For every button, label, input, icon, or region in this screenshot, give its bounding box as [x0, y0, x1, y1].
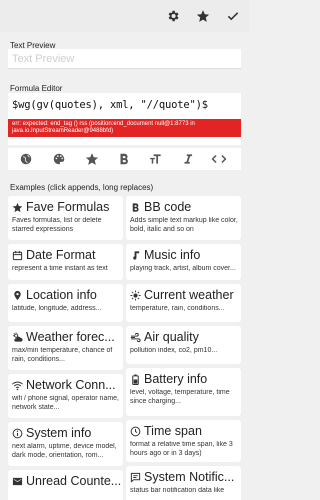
cloud-sun-icon	[12, 331, 23, 343]
italic-icon[interactable]	[180, 151, 196, 167]
card-description: latitude, longitude, address...	[12, 305, 102, 312]
card-title: Location info	[26, 288, 97, 302]
formula-error-banner: err: expected: end_tag () rss (position:…	[8, 119, 241, 137]
card-title: System info	[26, 426, 92, 440]
card-description: status bar notification data like	[130, 487, 225, 494]
wifi-icon	[12, 380, 23, 391]
text-preview-input[interactable]	[8, 49, 241, 69]
wind-icon	[130, 332, 141, 343]
example-card-bb-code[interactable]: BB code Adds simple text markup like col…	[126, 196, 241, 240]
code-icon[interactable]	[211, 151, 227, 167]
example-card-system-notifications[interactable]: System Notific... status bar notificatio…	[126, 466, 241, 500]
example-card-battery-info[interactable]: Battery info level, voltage, temperature…	[126, 368, 241, 416]
card-title: System Notific...	[144, 470, 235, 484]
card-description: format a relative time span, like 3 hour…	[130, 441, 233, 457]
bold-icon	[130, 202, 141, 213]
example-card-fave-formulas[interactable]: Fave Formulas Faves formulas, list or de…	[8, 196, 123, 240]
examples-label: Examples (click appends, long replaces)	[10, 183, 154, 192]
formula-toolbar	[8, 148, 241, 170]
formula-text[interactable]: $wg(gv(quotes), xml, "//quote")$	[12, 99, 208, 111]
message-icon	[130, 472, 141, 483]
card-title: Weather forec...	[26, 330, 115, 344]
example-card-network-connection[interactable]: Network Conn... wifi / phone signal, ope…	[8, 374, 123, 418]
card-title: Current weather	[144, 288, 234, 302]
card-description: next alarm, uptime, device model, dark m…	[12, 443, 117, 459]
music-note-icon	[130, 250, 141, 261]
card-description: represent a time instant as text	[12, 265, 108, 272]
card-title: Music info	[144, 248, 201, 262]
example-card-date-format[interactable]: Date Format represent a time instant as …	[8, 244, 123, 280]
star-icon	[12, 202, 23, 213]
formula-editor[interactable]: $wg(gv(quotes), xml, "//quote")$ err: ex…	[8, 93, 241, 145]
example-card-unread-counters[interactable]: Unread Counte...	[8, 470, 123, 500]
example-card-music-info[interactable]: Music info playing track, artist, album …	[126, 244, 241, 280]
formula-editor-label: Formula Editor	[10, 84, 63, 93]
card-title: Air quality	[144, 330, 199, 344]
envelope-icon	[12, 476, 23, 487]
card-title: Unread Counte...	[26, 474, 122, 488]
card-title: Network Conn...	[26, 378, 116, 392]
calendar-icon	[12, 250, 23, 261]
check-icon[interactable]	[223, 6, 243, 26]
palette-icon[interactable]	[51, 151, 67, 167]
globe-icon[interactable]	[18, 151, 34, 167]
example-card-time-span[interactable]: Time span format a relative time span, l…	[126, 420, 241, 462]
card-description: Faves formulas, list or delete starred e…	[12, 217, 102, 233]
top-app-bar	[0, 0, 249, 32]
example-card-air-quality[interactable]: Air quality pollution index, co2, pm10..…	[126, 326, 241, 364]
example-card-system-info[interactable]: System info next alarm, uptime, device m…	[8, 422, 123, 466]
example-card-weather-forecast[interactable]: Weather forec... max/min temperature, ch…	[8, 326, 123, 370]
card-description: Adds simple text markup like color, bold…	[130, 217, 238, 233]
text-size-icon[interactable]	[148, 151, 164, 167]
example-card-current-weather[interactable]: Current weather temperature, rain, condi…	[126, 284, 241, 322]
battery-icon	[130, 373, 141, 385]
card-description: level, voltage, temperature, time since …	[130, 389, 230, 405]
bold-icon[interactable]	[116, 151, 132, 167]
clock-icon	[130, 426, 141, 437]
card-description: playing track, artist, album cover...	[130, 265, 236, 272]
card-description: pollution index, co2, pm10...	[130, 347, 218, 354]
card-description: temperature, rain, conditions...	[130, 305, 225, 312]
info-icon	[12, 428, 23, 439]
location-pin-icon	[12, 290, 23, 301]
text-preview-field	[8, 49, 241, 69]
example-card-location-info[interactable]: Location info latitude, longitude, addre…	[8, 284, 123, 322]
card-description: wifi / phone signal, operator name, netw…	[12, 395, 120, 411]
card-title: Date Format	[26, 248, 96, 262]
star-icon[interactable]	[84, 151, 100, 167]
card-title: Battery info	[144, 372, 208, 386]
card-description: max/min temperature, chance of rain, con…	[12, 347, 113, 363]
gear-icon[interactable]	[163, 6, 183, 26]
star-icon[interactable]	[193, 6, 213, 26]
card-title: BB code	[144, 200, 192, 214]
card-title: Fave Formulas	[26, 200, 110, 214]
card-title: Time span	[144, 424, 202, 438]
sun-icon	[130, 289, 141, 301]
